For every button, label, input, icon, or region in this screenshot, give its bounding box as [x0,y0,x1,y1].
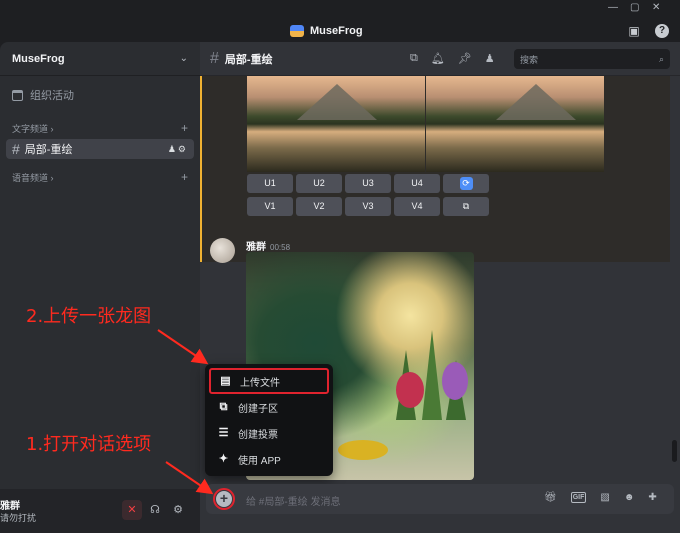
category-text-channels[interactable]: 文字频道 › + [0,120,200,136]
emoji-icon[interactable]: ☻ [624,492,635,503]
close-button[interactable]: ✕ [652,2,660,13]
members-icon[interactable]: ♟ [485,52,495,65]
open-link-button[interactable]: ⧉ [443,197,489,216]
annotation-step1: 1.打开对话选项 [26,434,152,455]
scrollbar[interactable] [672,440,677,462]
v2-button[interactable]: V2 [296,197,342,216]
message-input-placeholder: 给 #局部-重绘 发消息 [246,497,341,508]
u3-button[interactable]: U3 [345,174,391,193]
user-status: 请勿打扰 [0,513,37,523]
u1-button[interactable]: U1 [247,174,293,193]
help-icon[interactable]: ? [655,24,669,38]
hash-icon: # [12,141,20,157]
search-icon: ⌕ [658,53,664,64]
gift-icon[interactable]: 🎁︎ [544,492,557,503]
search-input[interactable]: 搜索 ⌕ [514,49,670,69]
channel-label: 局部-重绘 [24,144,73,156]
search-placeholder: 搜索 [520,54,539,65]
v1-button[interactable]: V1 [247,197,293,216]
category-label: 语音频道 › [12,172,54,183]
calendar-icon [12,89,23,101]
sidebar-item-events[interactable]: 组织活动 [6,84,194,106]
v4-button[interactable]: V4 [394,197,440,216]
use-app-menu-item[interactable]: ✦ 使用 APP [209,446,329,472]
app-title-text: MuseFrog [310,25,363,37]
refresh-icon: ⟳ [459,177,473,190]
username: 雅群 [0,501,20,512]
upload-file-icon: ▤ [220,374,231,387]
message-composer[interactable]: + 给 #局部-重绘 发消息 🎁︎ GIF ▧ ☻ ✚ [206,484,674,514]
sticker-icon[interactable]: ▧ [600,492,609,503]
app-title: MuseFrog [290,22,363,40]
avatar[interactable] [210,238,235,263]
settings-gear-icon[interactable]: ⚙ [168,500,188,520]
menu-label: 使用 APP [238,455,281,467]
server-header[interactable]: MuseFrog ⌄ [0,42,200,76]
thread-icon: ⧉ [219,400,228,413]
menu-label: 创建子区 [238,403,278,415]
create-thread-menu-item[interactable]: ⧉ 创建子区 [209,394,329,420]
poll-icon: ☰ [218,426,229,439]
upload-file-menu-item[interactable]: ▤ 上传文件 [209,368,329,394]
pin-icon[interactable]: 📌︎ [458,52,472,65]
v3-button[interactable]: V3 [345,197,391,216]
upscale-variation-buttons: U1 U2 U3 U4 ⟳ V1 V2 V3 V4 ⧉ [247,174,489,216]
add-member-icon[interactable]: ♟ [168,144,178,154]
maximize-button[interactable]: ▢ [630,2,639,13]
create-poll-menu-item[interactable]: ☰ 创建投票 [209,420,329,446]
message-time: 00:58 [270,243,291,252]
bell-icon[interactable]: 🔔︎ [431,52,445,65]
external-link-icon: ⧉ [462,201,470,211]
minimize-button[interactable]: — [608,2,618,13]
landscape-image-right[interactable] [426,76,604,172]
attachment-menu: ▤ 上传文件 ⧉ 创建子区 ☰ 创建投票 ✦ 使用 APP [205,364,333,476]
channel-title: 局部-重绘 [224,53,273,66]
u4-button[interactable]: U4 [394,174,440,193]
gif-icon[interactable]: GIF [570,492,587,503]
events-label: 组织活动 [30,90,74,102]
channel-sidebar: MuseFrog ⌄ 组织活动 文字频道 › + # 局部-重绘 ♟⚙ 语音频道… [0,42,200,533]
sidebar-item-channel[interactable]: # 局部-重绘 ♟⚙ [6,139,194,159]
apps-icon[interactable]: ✚ [648,492,656,503]
add-channel-icon[interactable]: + [181,121,188,135]
bot-message: U1 U2 U3 U4 ⟳ V1 V2 V3 V4 ⧉ [200,76,670,262]
annotation-step2: 2.上传一张龙图 [26,306,152,327]
category-label: 文字频道 › [12,123,54,134]
menu-label: 上传文件 [240,377,280,389]
user-panel: 雅群 请勿打扰 ✕ ☊ ⚙ [0,489,200,533]
u2-button[interactable]: U2 [296,174,342,193]
app-logo-icon [290,25,304,37]
title-bar: — ▢ ✕ MuseFrog ▣ ? [0,0,680,42]
inbox-icon[interactable]: ▣ [627,24,641,38]
chevron-down-icon[interactable]: ⌄ [180,53,188,64]
add-channel-icon[interactable]: + [181,170,188,184]
highlight-circle [213,488,235,510]
server-name: MuseFrog [12,52,65,65]
gear-icon[interactable]: ⚙ [178,144,188,154]
hash-icon: # [210,49,219,67]
headphones-icon[interactable]: ☊ [145,500,165,520]
app-icon: ✦ [218,452,229,465]
menu-label: 创建投票 [238,429,278,441]
reroll-button[interactable]: ⟳ [443,174,489,193]
category-voice-channels[interactable]: 语音频道 › + [0,169,200,185]
landscape-image-left[interactable] [247,76,425,172]
mic-muted-icon[interactable]: ✕ [122,500,142,520]
threads-icon[interactable]: ⧉ [410,52,418,65]
